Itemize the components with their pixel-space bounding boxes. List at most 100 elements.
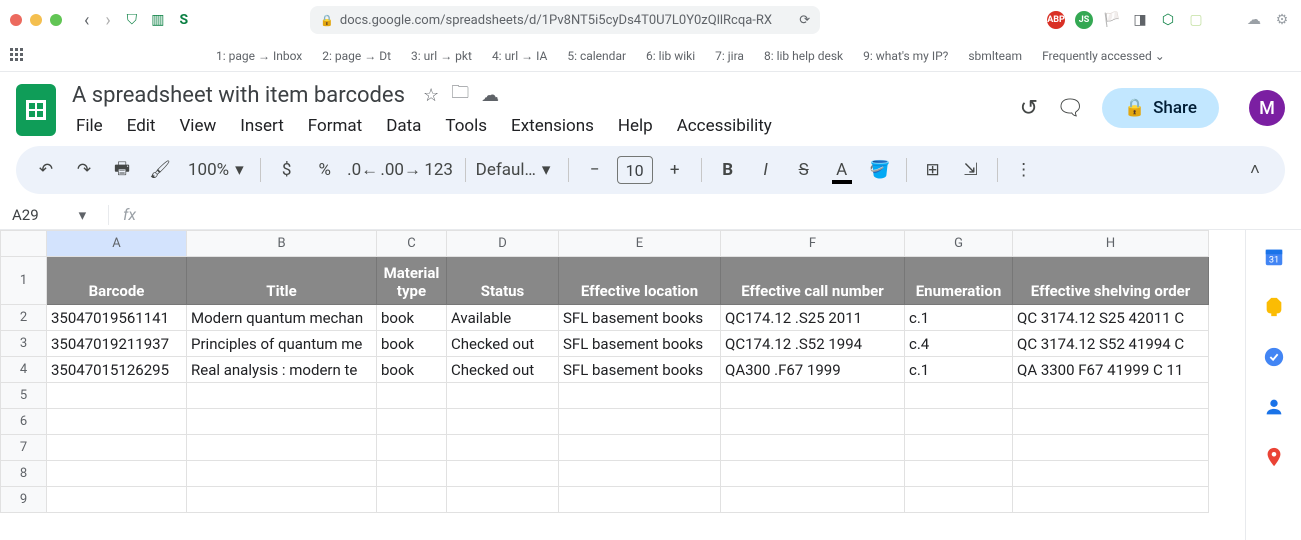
cell[interactable] bbox=[377, 409, 447, 435]
star-icon[interactable]: ☆ bbox=[423, 85, 439, 106]
apps-grid-icon[interactable] bbox=[10, 48, 26, 64]
redo-button[interactable]: ↷ bbox=[68, 154, 100, 186]
cell[interactable] bbox=[905, 461, 1013, 487]
cell[interactable] bbox=[559, 409, 721, 435]
col-header-d[interactable]: D bbox=[447, 231, 559, 257]
sheets-logo-icon[interactable] bbox=[16, 84, 56, 136]
cell[interactable] bbox=[187, 461, 377, 487]
header-cell[interactable]: Barcode bbox=[47, 257, 187, 305]
currency-button[interactable]: $ bbox=[271, 154, 303, 186]
decrease-decimal-button[interactable]: .0← bbox=[347, 154, 379, 186]
cell[interactable] bbox=[377, 383, 447, 409]
bookmark-item[interactable]: 8: lib help desk bbox=[764, 49, 843, 63]
menu-accessibility[interactable]: Accessibility bbox=[667, 112, 782, 140]
merge-cells-button[interactable]: ⇲ bbox=[955, 154, 987, 186]
js-icon[interactable]: JS bbox=[1075, 11, 1093, 29]
cell[interactable] bbox=[1013, 409, 1209, 435]
header-cell[interactable]: Effective call number bbox=[721, 257, 905, 305]
cell[interactable]: Principles of quantum me bbox=[187, 331, 377, 357]
italic-button[interactable]: I bbox=[750, 154, 782, 186]
col-header-f[interactable]: F bbox=[721, 231, 905, 257]
col-header-e[interactable]: E bbox=[559, 231, 721, 257]
menu-edit[interactable]: Edit bbox=[117, 112, 166, 140]
row-header[interactable]: 8 bbox=[1, 461, 47, 487]
bookmark-item[interactable]: 1: page → Inbox bbox=[216, 49, 302, 63]
row-header[interactable]: 2 bbox=[1, 305, 47, 331]
more-formats-button[interactable]: 123 bbox=[423, 154, 455, 186]
cell[interactable]: c.4 bbox=[905, 331, 1013, 357]
cell[interactable] bbox=[447, 435, 559, 461]
cell[interactable] bbox=[721, 461, 905, 487]
calendar-icon[interactable]: 31 bbox=[1263, 246, 1285, 268]
more-button[interactable]: ⋮ bbox=[1008, 154, 1040, 186]
col-header-b[interactable]: B bbox=[187, 231, 377, 257]
cloud-status-icon[interactable]: ☁ bbox=[481, 85, 499, 106]
cell[interactable]: QA 3300 F67 41999 C 11 bbox=[1013, 357, 1209, 383]
cell[interactable]: QC 3174.12 S52 41994 C bbox=[1013, 331, 1209, 357]
reload-icon[interactable]: ⟳ bbox=[799, 13, 810, 28]
back-button[interactable]: ‹ bbox=[80, 10, 93, 31]
cell[interactable] bbox=[47, 435, 187, 461]
cell[interactable]: 35047019211937 bbox=[47, 331, 187, 357]
bookmark-item[interactable]: 5: calendar bbox=[567, 49, 626, 63]
text-color-button[interactable]: A bbox=[826, 154, 858, 186]
cell[interactable] bbox=[377, 487, 447, 513]
cell[interactable]: Available bbox=[447, 305, 559, 331]
row-header[interactable]: 7 bbox=[1, 435, 47, 461]
row-header[interactable]: 4 bbox=[1, 357, 47, 383]
cell[interactable] bbox=[1013, 461, 1209, 487]
comments-icon[interactable]: 🗨 bbox=[1056, 96, 1084, 121]
bookmark-item[interactable]: 6: lib wiki bbox=[646, 49, 695, 63]
borders-button[interactable]: ⊞ bbox=[917, 154, 949, 186]
keep-icon[interactable] bbox=[1263, 296, 1285, 318]
cell[interactable]: Real analysis : modern te bbox=[187, 357, 377, 383]
bookmark-item[interactable]: sbmlteam bbox=[968, 49, 1022, 63]
square-icon[interactable]: ▢ bbox=[1187, 11, 1205, 29]
menu-help[interactable]: Help bbox=[608, 112, 663, 140]
row-header[interactable]: 5 bbox=[1, 383, 47, 409]
decrease-font-button[interactable]: − bbox=[579, 154, 611, 186]
cell[interactable]: QA300 .F67 1999 bbox=[721, 357, 905, 383]
cell[interactable] bbox=[1013, 383, 1209, 409]
bookmark-item[interactable]: 9: what's my IP? bbox=[863, 49, 948, 63]
paint-format-button[interactable]: 🖌 bbox=[144, 154, 176, 186]
header-cell[interactable]: Effective shelving order bbox=[1013, 257, 1209, 305]
row-header[interactable]: 3 bbox=[1, 331, 47, 357]
shield-icon[interactable]: ⛉ bbox=[123, 11, 141, 29]
select-all-corner[interactable] bbox=[1, 231, 47, 257]
increase-decimal-button[interactable]: .00→ bbox=[385, 154, 417, 186]
account-avatar[interactable]: M bbox=[1249, 90, 1285, 126]
cell[interactable]: 35047015126295 bbox=[47, 357, 187, 383]
bookmark-item[interactable]: 4: url → IA bbox=[492, 49, 547, 63]
page-icon[interactable]: ▥ bbox=[149, 11, 167, 29]
cell[interactable] bbox=[187, 435, 377, 461]
address-bar[interactable]: 🔒 docs.google.com/spreadsheets/d/1Pv8NT5… bbox=[310, 6, 820, 34]
header-cell[interactable]: Effective location bbox=[559, 257, 721, 305]
increase-font-button[interactable]: + bbox=[659, 154, 691, 186]
zoom-window-icon[interactable] bbox=[50, 14, 62, 26]
cell[interactable] bbox=[721, 487, 905, 513]
header-cell[interactable]: Enumeration bbox=[905, 257, 1013, 305]
menu-file[interactable]: File bbox=[66, 112, 113, 140]
print-button[interactable]: 🖶 bbox=[106, 154, 138, 186]
cell[interactable] bbox=[447, 409, 559, 435]
cell[interactable] bbox=[905, 383, 1013, 409]
cell[interactable] bbox=[559, 487, 721, 513]
formula-input[interactable] bbox=[150, 200, 1301, 229]
share-button[interactable]: 🔒 Share bbox=[1102, 88, 1219, 128]
history-icon[interactable]: ↺ bbox=[1020, 96, 1038, 121]
undo-button[interactable]: ↶ bbox=[30, 154, 62, 186]
col-header-g[interactable]: G bbox=[905, 231, 1013, 257]
menu-view[interactable]: View bbox=[169, 112, 226, 140]
fill-color-button[interactable]: 🪣 bbox=[864, 154, 896, 186]
row-header[interactable]: 6 bbox=[1, 409, 47, 435]
cell[interactable] bbox=[905, 409, 1013, 435]
cell[interactable] bbox=[721, 383, 905, 409]
cell[interactable]: Modern quantum mechan bbox=[187, 305, 377, 331]
cell[interactable] bbox=[905, 487, 1013, 513]
tasks-icon[interactable] bbox=[1263, 346, 1285, 368]
cell[interactable]: Checked out bbox=[447, 331, 559, 357]
cell[interactable]: QC174.12 .S25 2011 bbox=[721, 305, 905, 331]
font-size-input[interactable]: 10 bbox=[617, 156, 653, 184]
cell[interactable]: SFL basement books bbox=[559, 331, 721, 357]
